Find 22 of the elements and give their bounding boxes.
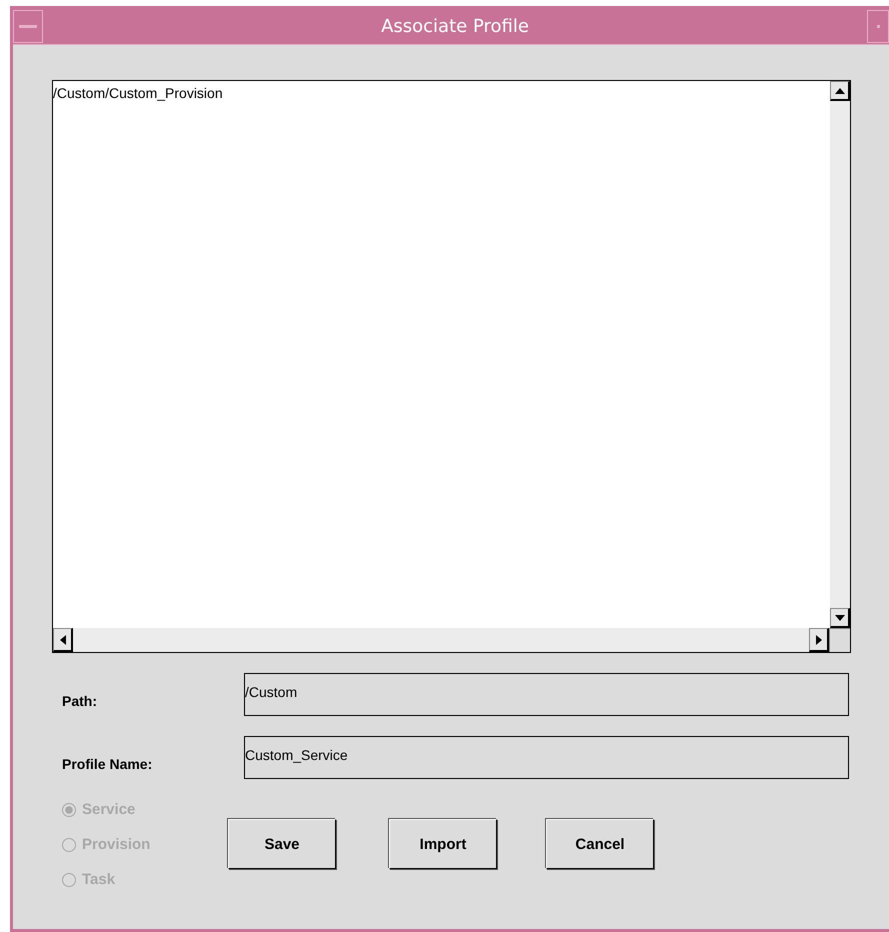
- left-triangle-icon: [60, 634, 66, 644]
- scroll-left-button[interactable]: [53, 628, 73, 652]
- down-triangle-icon: [834, 614, 844, 620]
- field-label: Path:: [61, 692, 98, 708]
- up-triangle-icon: [834, 88, 844, 94]
- maximize-button[interactable]: [867, 10, 889, 43]
- field-label: Profile Name:: [61, 756, 154, 772]
- window-menu-button[interactable]: [13, 10, 43, 43]
- scrollbar-corner: [829, 628, 850, 652]
- dialog-button[interactable]: Cancel: [546, 819, 654, 869]
- scroll-up-button[interactable]: [830, 81, 850, 101]
- input-field[interactable]: Custom_Service: [244, 736, 849, 779]
- input-field[interactable]: /Custom: [244, 673, 849, 716]
- right-triangle-icon: [816, 634, 822, 644]
- list-item[interactable]: /Custom/Custom_Provision: [53, 85, 223, 101]
- scroll-down-button[interactable]: [830, 608, 850, 628]
- vertical-scrollbar[interactable]: [830, 81, 850, 628]
- scroll-right-button[interactable]: [809, 628, 829, 652]
- dialog-button[interactable]: Import: [389, 819, 497, 869]
- horizontal-scrollbar[interactable]: [53, 628, 829, 652]
- dialog-button[interactable]: Save: [228, 819, 336, 869]
- window-title: Associate Profile: [380, 16, 530, 37]
